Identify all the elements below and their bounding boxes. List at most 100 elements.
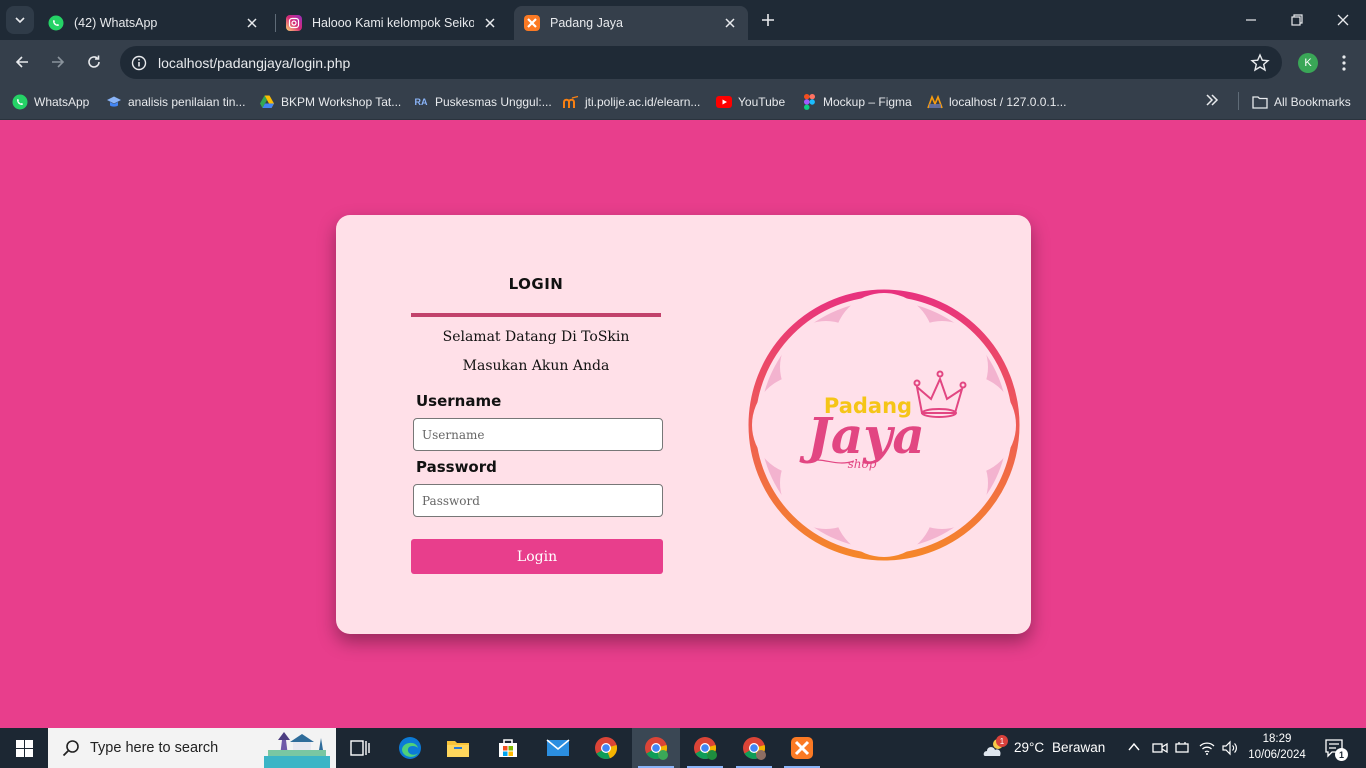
chrome-icon (694, 737, 717, 760)
login-heading: LOGIN (508, 275, 564, 293)
bookmark-whatsapp[interactable]: WhatsApp (12, 92, 89, 112)
username-label: Username (416, 392, 502, 410)
bookmark-puskesmas[interactable]: RA Puskesmas Unggul:... (413, 92, 552, 112)
phpmyadmin-icon (927, 94, 943, 110)
bookmarks-divider (1238, 92, 1239, 110)
restore-button[interactable] (1274, 0, 1320, 40)
plus-icon (762, 14, 774, 26)
bookmark-star-icon[interactable] (1250, 53, 1270, 73)
taskbar-search[interactable]: Type here to search (48, 728, 336, 768)
chevron-double-right-icon[interactable] (1202, 90, 1222, 110)
close-icon[interactable] (482, 15, 498, 31)
xampp-icon (524, 15, 540, 31)
system-clock[interactable]: 18:29 10/06/2024 (1244, 731, 1310, 763)
weather-condition[interactable]: Berawan (1052, 740, 1105, 755)
notification-count-badge: 1 (1335, 748, 1348, 761)
tab-title: Halooo Kami kelompok Seiko In (312, 16, 474, 30)
whatsapp-icon (48, 15, 64, 31)
close-icon (1337, 14, 1349, 26)
figma-icon (801, 94, 817, 110)
profile-avatar[interactable]: K (1298, 53, 1318, 73)
taskbar-chrome[interactable] (582, 728, 630, 768)
wifi-icon[interactable] (1199, 740, 1215, 756)
bookmark-label: BKPM Workshop Tat... (281, 95, 402, 109)
url-text[interactable]: localhost/padangjaya/login.php (158, 55, 350, 71)
mail-icon (546, 739, 570, 756)
password-label: Password (416, 458, 497, 476)
username-input[interactable] (413, 418, 663, 451)
taskbar-chrome-profile-photo[interactable] (730, 728, 778, 768)
address-bar[interactable]: localhost/padangjaya/login.php (120, 46, 1282, 79)
search-placeholder: Type here to search (90, 740, 219, 756)
bookmark-elearning[interactable]: jti.polije.ac.id/elearn... (563, 92, 700, 112)
volume-icon[interactable] (1222, 740, 1238, 756)
chevron-up-icon[interactable] (1128, 742, 1140, 752)
start-button[interactable] (0, 728, 48, 768)
clock-time: 18:29 (1262, 733, 1292, 745)
back-button[interactable] (8, 48, 36, 76)
restore-icon (1291, 14, 1303, 26)
instagram-icon (286, 15, 302, 31)
task-view-button[interactable] (336, 728, 384, 768)
bookmark-localhost[interactable]: localhost / 127.0.0.1... (927, 92, 1066, 112)
whatsapp-icon (12, 94, 28, 110)
taskbar-edge[interactable] (386, 728, 434, 768)
folder-icon (1252, 94, 1268, 110)
tab-title: (42) WhatsApp (74, 16, 158, 30)
site-info-icon[interactable] (122, 46, 156, 79)
youtube-icon (716, 94, 732, 110)
taskbar-file-explorer[interactable] (434, 728, 482, 768)
close-window-button[interactable] (1320, 0, 1366, 40)
close-icon[interactable] (244, 15, 260, 31)
login-button[interactable]: Login (411, 539, 663, 574)
bookmark-label: YouTube (738, 95, 786, 109)
meet-now-icon[interactable] (1152, 740, 1168, 756)
bookmark-analisis[interactable]: analisis penilaian tin... (106, 92, 245, 112)
bookmarks-bar: WhatsApp analisis penilaian tin... BKPM … (0, 84, 1366, 120)
weather-badge: 1 (996, 735, 1008, 747)
bookmark-bkpm[interactable]: BKPM Workshop Tat... (259, 92, 401, 112)
bookmark-label: localhost / 127.0.0.1... (949, 95, 1067, 109)
forward-button[interactable] (44, 48, 72, 76)
bookmark-label: WhatsApp (34, 95, 90, 109)
ra-icon: RA (414, 97, 428, 107)
tab-instagram[interactable]: Halooo Kami kelompok Seiko In (276, 6, 508, 40)
bookmark-youtube[interactable]: YouTube (716, 92, 785, 112)
kebab-menu-icon[interactable] (1334, 52, 1354, 74)
password-input[interactable] (413, 484, 663, 517)
minimize-icon (1246, 19, 1256, 21)
welcome-text: Selamat Datang Di ToSkin (442, 329, 630, 345)
tab-title: Padang Jaya (550, 16, 623, 30)
bookmark-label: Puskesmas Unggul:... (435, 95, 552, 109)
taskbar-store[interactable] (484, 728, 532, 768)
close-icon[interactable] (722, 15, 738, 31)
taskbar-mail[interactable] (534, 728, 582, 768)
moodle-icon (563, 94, 579, 110)
minimize-button[interactable] (1228, 0, 1274, 40)
task-view-icon (350, 740, 370, 756)
search-highlight-icon (264, 732, 330, 768)
subtitle-text: Masukan Akun Anda (462, 358, 610, 374)
taskbar-chrome-profile-k[interactable] (632, 728, 680, 768)
all-bookmarks-label: All Bookmarks (1274, 95, 1351, 109)
all-bookmarks-button[interactable]: All Bookmarks (1252, 92, 1351, 112)
chrome-icon (743, 737, 766, 760)
tab-search-button[interactable] (6, 6, 34, 34)
bookmark-figma[interactable]: Mockup – Figma (801, 92, 912, 112)
browser-toolbar: localhost/padangjaya/login.php K (0, 40, 1366, 84)
graduation-cap-icon (106, 94, 122, 110)
tab-padang-jaya[interactable]: Padang Jaya (514, 6, 748, 40)
tab-whatsapp[interactable]: (42) WhatsApp (38, 6, 270, 40)
reload-button[interactable] (80, 48, 108, 76)
battery-plug-icon[interactable] (1175, 740, 1191, 756)
chevron-down-icon (15, 17, 25, 24)
padang-jaya-logo: Padang Jaya shop (748, 289, 1020, 561)
bookmark-label: analisis penilaian tin... (128, 95, 246, 109)
arrow-right-icon (52, 56, 65, 68)
clock-date: 10/06/2024 (1248, 749, 1306, 761)
weather-temperature[interactable]: 29°C (1014, 740, 1044, 755)
taskbar-xampp[interactable] (778, 728, 826, 768)
windows-logo-icon (15, 739, 33, 757)
taskbar-chrome-profile-e[interactable] (681, 728, 729, 768)
new-tab-button[interactable] (756, 8, 780, 32)
